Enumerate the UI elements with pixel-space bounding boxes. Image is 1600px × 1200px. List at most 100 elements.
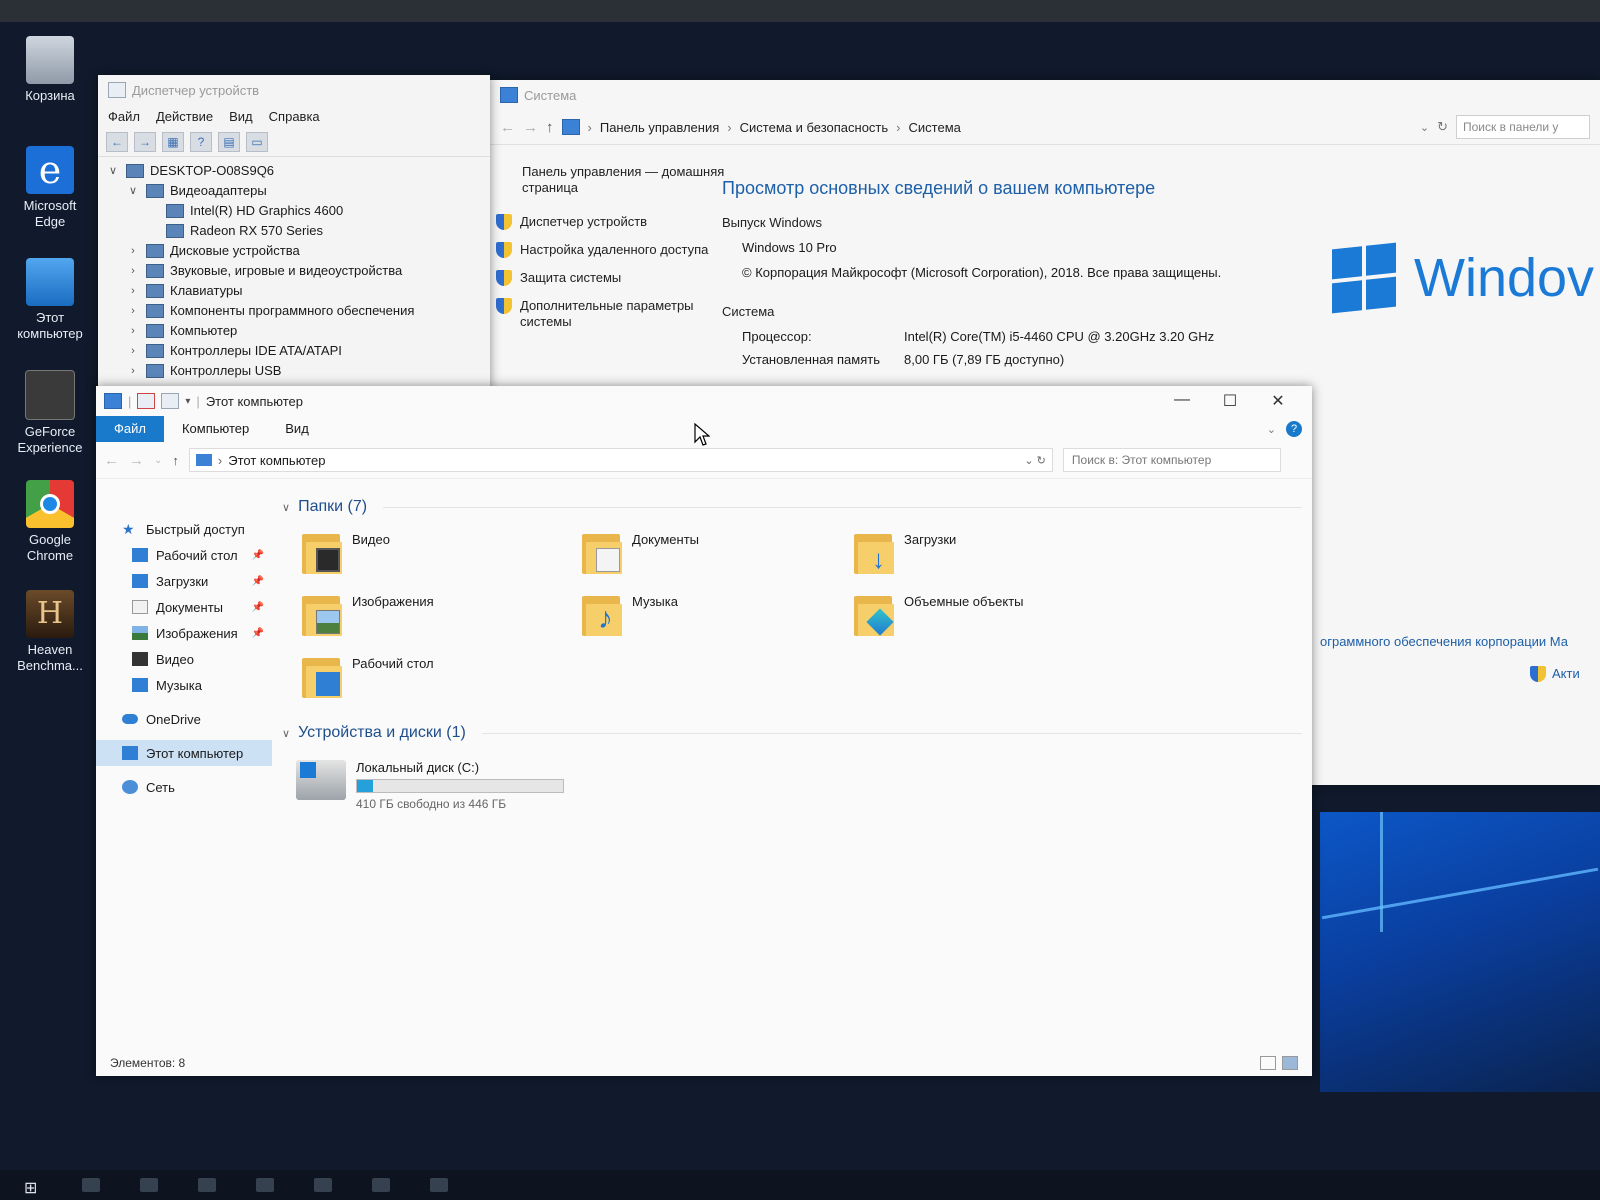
chevron-down-icon[interactable]: ⌄ bbox=[1420, 121, 1429, 134]
device-tree-item[interactable]: ∨ DESKTOP-O08S9Q6 bbox=[106, 161, 482, 181]
up-arrow-icon[interactable]: ↑ bbox=[546, 119, 554, 136]
device-tree-item[interactable]: › Компоненты программного обеспечения bbox=[106, 301, 482, 321]
device-tree-item[interactable]: › Звуковые, игровые и видеоустройства bbox=[106, 261, 482, 281]
folder-item[interactable]: Объемные объекты bbox=[852, 592, 1132, 640]
taskbar-app-icon[interactable] bbox=[430, 1178, 448, 1192]
back-arrow-icon[interactable]: ← bbox=[104, 452, 119, 469]
menu-file[interactable]: Файл bbox=[108, 109, 140, 124]
close-button[interactable]: ✕ bbox=[1254, 391, 1302, 411]
chevron-right-icon[interactable]: › bbox=[126, 301, 140, 321]
folder-item[interactable]: Рабочий стол bbox=[300, 654, 580, 702]
taskbar-app-icon[interactable] bbox=[372, 1178, 390, 1192]
forward-arrow-icon[interactable]: → bbox=[134, 132, 156, 152]
properties-icon[interactable]: ▦ bbox=[162, 132, 184, 152]
forward-arrow-icon[interactable]: → bbox=[129, 452, 144, 469]
link-system-protection[interactable]: Защита системы bbox=[496, 270, 726, 286]
link-advanced-settings[interactable]: Дополнительные параметры системы bbox=[496, 298, 726, 330]
device-tree-item[interactable]: › Контроллеры IDE ATA/ATAPI bbox=[106, 341, 482, 361]
tab-computer[interactable]: Компьютер bbox=[164, 416, 267, 442]
nav-item[interactable]: Музыка bbox=[96, 672, 272, 698]
device-tree-item[interactable]: › Компьютер bbox=[106, 321, 482, 341]
folder-item[interactable]: Документы bbox=[580, 530, 852, 578]
nav-item[interactable]: Рабочий стол 📌 bbox=[96, 542, 272, 568]
details-view-icon[interactable] bbox=[1260, 1056, 1276, 1070]
desktop-icon-chrome[interactable]: Google Chrome bbox=[10, 480, 90, 564]
explorer-search-input[interactable]: Поиск в: Этот компьютер bbox=[1062, 448, 1281, 472]
up-arrow-icon[interactable]: ↑ bbox=[172, 453, 179, 468]
taskbar-app-icon[interactable] bbox=[82, 1178, 100, 1192]
device-tree-item[interactable]: › Дисковые устройства bbox=[106, 241, 482, 261]
update-driver-icon[interactable]: ▤ bbox=[218, 132, 240, 152]
license-terms-link[interactable]: ограммного обеспечения корпорации Ма bbox=[1320, 634, 1568, 649]
tab-view[interactable]: Вид bbox=[267, 416, 327, 442]
nav-item[interactable]: Загрузки 📌 bbox=[96, 568, 272, 594]
desktop-icon-geforce[interactable]: GeForce Experience bbox=[10, 370, 90, 456]
help-icon[interactable]: ? bbox=[190, 132, 212, 152]
taskbar-app-icon[interactable] bbox=[140, 1178, 158, 1192]
ribbon-expand-icon[interactable]: ⌄ bbox=[1267, 423, 1276, 436]
back-arrow-icon[interactable]: ← bbox=[106, 132, 128, 152]
breadcrumb-system-security[interactable]: Система и безопасность bbox=[740, 120, 889, 135]
drives-group-header[interactable]: ∨ Устройства и диски (1) bbox=[282, 720, 1302, 746]
monitor-icon[interactable]: ▭ bbox=[246, 132, 268, 152]
nav-item[interactable]: Документы 📌 bbox=[96, 594, 272, 620]
nav-item[interactable]: Этот компьютер bbox=[96, 740, 272, 766]
chevron-down-icon[interactable]: ∨ bbox=[106, 161, 120, 181]
refresh-icon[interactable]: ↻ bbox=[1437, 119, 1448, 135]
taskbar-app-icon[interactable] bbox=[314, 1178, 332, 1192]
chevron-right-icon[interactable]: › bbox=[126, 261, 140, 281]
tab-file[interactable]: Файл bbox=[96, 416, 164, 442]
device-tree-item[interactable]: Radeon RX 570 Series bbox=[106, 221, 482, 241]
minimize-button[interactable]: — bbox=[1158, 391, 1206, 411]
link-device-manager[interactable]: Диспетчер устройств bbox=[496, 214, 726, 230]
forward-arrow-icon[interactable]: → bbox=[523, 119, 538, 136]
desktop-icon-recycle-bin[interactable]: Корзина bbox=[10, 36, 90, 104]
device-tree-item[interactable]: › Клавиатуры bbox=[106, 281, 482, 301]
chevron-right-icon[interactable]: › bbox=[126, 281, 140, 301]
activate-link[interactable]: Акти bbox=[1530, 666, 1580, 682]
chevron-right-icon[interactable]: › bbox=[126, 341, 140, 361]
customize-qat-icon[interactable]: ▾ bbox=[185, 396, 190, 407]
help-icon[interactable]: ? bbox=[1286, 421, 1302, 437]
desktop-icon-this-pc[interactable]: Этот компьютер bbox=[10, 258, 90, 342]
breadcrumb-system[interactable]: Система bbox=[909, 120, 961, 135]
chevron-right-icon[interactable]: › bbox=[126, 241, 140, 261]
large-icons-view-icon[interactable] bbox=[1282, 1056, 1298, 1070]
nav-item[interactable]: Видео bbox=[96, 646, 272, 672]
menu-view[interactable]: Вид bbox=[229, 109, 253, 124]
chevron-right-icon[interactable]: › bbox=[126, 321, 140, 341]
windows-start-icon[interactable]: ⊞ bbox=[24, 1178, 42, 1197]
desktop-icon-heaven[interactable]: H Heaven Benchma... bbox=[10, 590, 90, 674]
device-tree-item[interactable]: Intel(R) HD Graphics 4600 bbox=[106, 201, 482, 221]
drive-item-c[interactable]: Локальный диск (C:) 410 ГБ свободно из 4… bbox=[296, 760, 1302, 811]
taskbar-app-icon[interactable] bbox=[198, 1178, 216, 1192]
address-bar[interactable]: › Этот компьютер ⌄ ↻ bbox=[188, 448, 1053, 472]
desktop-icon-edge[interactable]: e Microsoft Edge bbox=[10, 146, 90, 230]
recent-locations-icon[interactable]: ⌄ bbox=[154, 455, 162, 466]
folders-group-header[interactable]: ∨ Папки (7) bbox=[282, 494, 1302, 520]
folder-item[interactable]: Видео bbox=[300, 530, 580, 578]
folder-item[interactable]: Музыка bbox=[580, 592, 852, 640]
chevron-right-icon[interactable]: › bbox=[126, 361, 140, 381]
device-tree-item[interactable]: ∨ Видеоадаптеры bbox=[106, 181, 482, 201]
menu-help[interactable]: Справка bbox=[269, 109, 320, 124]
chevron-down-icon[interactable]: ⌄ ↻ bbox=[1024, 454, 1046, 467]
nav-item[interactable]: OneDrive bbox=[96, 706, 272, 732]
link-remote-settings[interactable]: Настройка удаленного доступа bbox=[496, 242, 726, 258]
new-folder-icon[interactable] bbox=[161, 393, 180, 409]
breadcrumb-control-panel[interactable]: Панель управления bbox=[600, 120, 719, 135]
folder-item[interactable]: Изображения bbox=[300, 592, 580, 640]
control-panel-home-link[interactable]: Панель управления — домашняя страница bbox=[496, 164, 726, 196]
menu-action[interactable]: Действие bbox=[156, 109, 213, 124]
back-arrow-icon[interactable]: ← bbox=[500, 119, 515, 136]
nav-item[interactable]: ★ Быстрый доступ bbox=[96, 516, 272, 542]
properties-icon[interactable] bbox=[137, 393, 156, 409]
folder-item[interactable]: Загрузки bbox=[852, 530, 1132, 578]
nav-item[interactable]: Сеть bbox=[96, 774, 272, 800]
control-panel-search-input[interactable]: Поиск в панели у bbox=[1456, 115, 1590, 139]
nav-item[interactable]: Изображения 📌 bbox=[96, 620, 272, 646]
maximize-button[interactable]: ☐ bbox=[1206, 391, 1254, 411]
chevron-down-icon[interactable]: ∨ bbox=[126, 181, 140, 201]
taskbar-app-icon[interactable] bbox=[256, 1178, 274, 1192]
device-tree-item[interactable]: › Контроллеры USB bbox=[106, 361, 482, 381]
